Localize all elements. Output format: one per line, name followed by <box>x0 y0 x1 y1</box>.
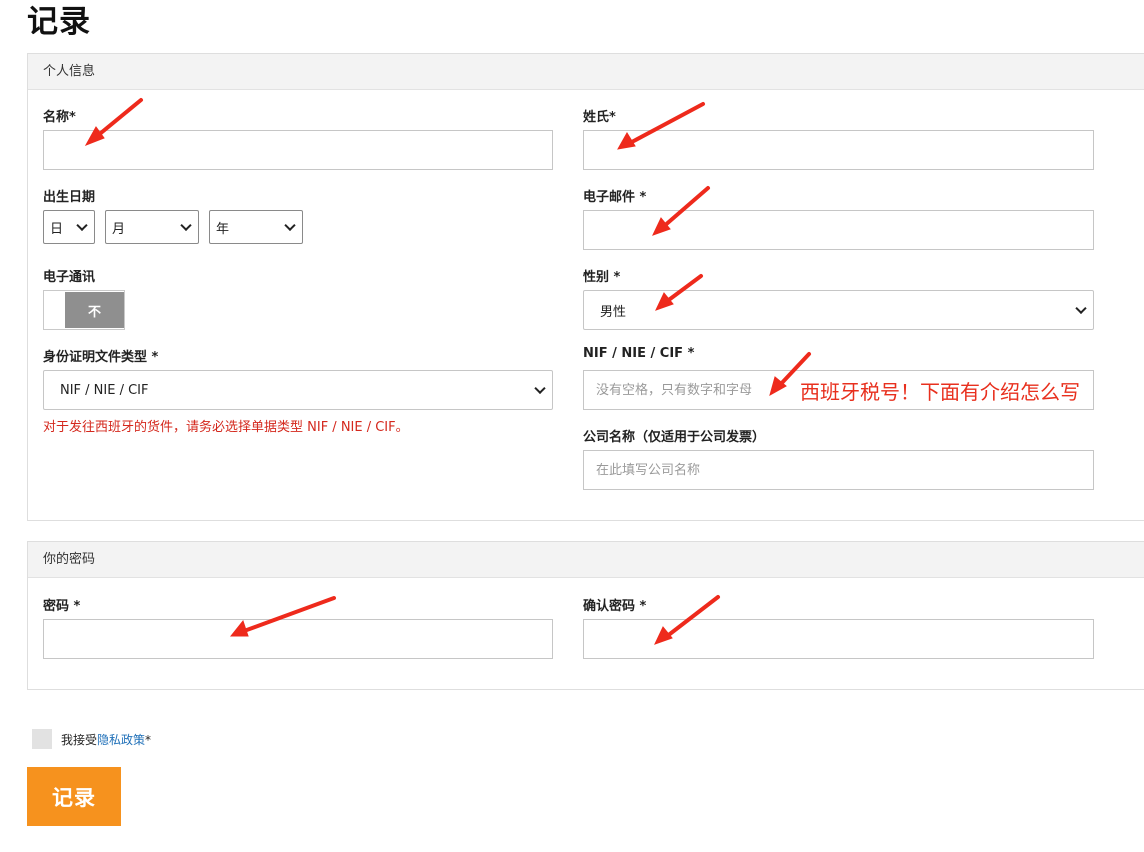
chevron-down-icon <box>534 382 546 395</box>
privacy-checkbox[interactable] <box>32 729 52 749</box>
gender-value: 男性 <box>600 304 627 320</box>
birth-date-label: 出生日期 <box>43 190 96 205</box>
password-input[interactable] <box>43 619 553 659</box>
birth-day-value: 日 <box>50 221 64 237</box>
privacy-label: 我接受隐私政策* <box>61 731 151 748</box>
last-name-input[interactable] <box>583 130 1094 170</box>
chevron-down-icon <box>1075 302 1087 315</box>
privacy-required-mark: * <box>145 733 152 747</box>
newsletter-toggle-state: 不 <box>65 292 124 328</box>
privacy-text: 我接受 <box>61 733 98 747</box>
privacy-policy-link[interactable]: 隐私政策 <box>97 733 145 747</box>
chevron-down-icon <box>76 219 88 232</box>
id-type-note: 对于发往西班牙的货件，请务必选择单据类型 NIF / NIE / CIF。 <box>43 420 409 435</box>
birth-year-select[interactable]: 年 <box>209 210 303 244</box>
nif-label: NIF / NIE / CIF * <box>583 346 695 361</box>
password-label: 密码 * <box>43 599 81 614</box>
confirm-password-input[interactable] <box>583 619 1094 659</box>
company-input[interactable] <box>583 450 1094 490</box>
birth-month-select[interactable]: 月 <box>105 210 199 244</box>
chevron-down-icon <box>284 219 296 232</box>
company-label: 公司名称（仅适用于公司发票） <box>583 430 766 445</box>
submit-button[interactable]: 记录 <box>27 767 121 826</box>
email-label: 电子邮件 * <box>583 190 647 205</box>
confirm-password-label: 确认密码 * <box>583 599 647 614</box>
gender-select[interactable]: 男性 <box>583 290 1094 330</box>
email-input[interactable] <box>583 210 1094 250</box>
id-type-label: 身份证明文件类型 * <box>43 350 159 365</box>
last-name-label: 姓氏* <box>583 110 616 125</box>
chevron-down-icon <box>180 219 192 232</box>
birth-month-value: 月 <box>112 221 126 237</box>
birth-year-value: 年 <box>216 221 230 237</box>
first-name-label: 名称* <box>43 110 76 125</box>
id-type-value: NIF / NIE / CIF <box>60 382 149 398</box>
password-heading: 你的密码 <box>28 542 1144 578</box>
personal-info-heading: 个人信息 <box>28 54 1144 90</box>
first-name-input[interactable] <box>43 130 553 170</box>
birth-day-select[interactable]: 日 <box>43 210 95 244</box>
id-type-select[interactable]: NIF / NIE / CIF <box>43 370 553 410</box>
page-title: 记录 <box>27 4 91 40</box>
password-panel: 你的密码 <box>27 541 1144 690</box>
nif-annotation: 西班牙税号！下面有介绍怎么写 <box>800 380 1080 404</box>
newsletter-toggle[interactable]: 不 <box>43 290 125 330</box>
newsletter-label: 电子通讯 <box>43 270 96 285</box>
gender-label: 性别 * <box>583 270 621 285</box>
